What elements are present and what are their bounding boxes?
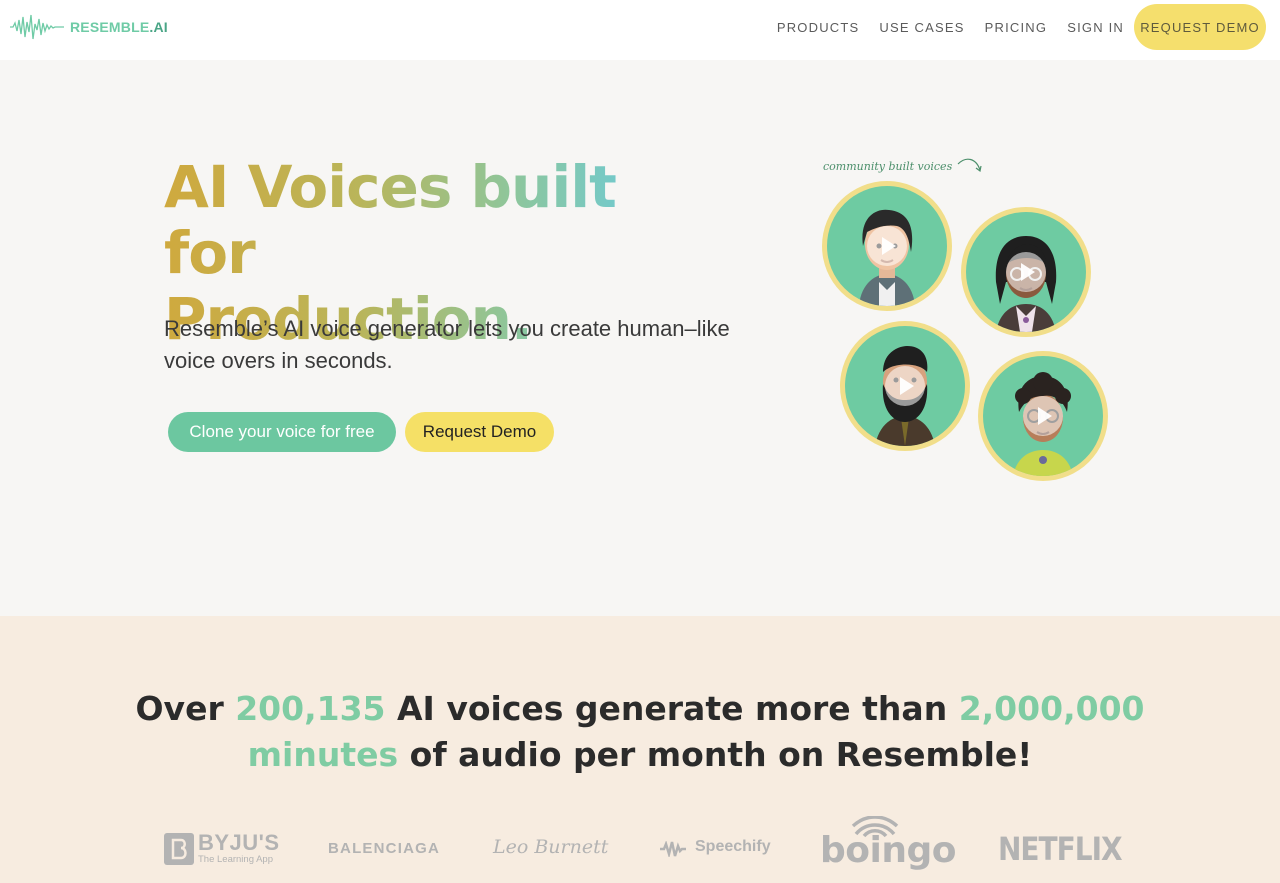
stats-headline: Over 200,135 AI voices generate more tha… <box>135 689 1145 774</box>
nav-links: PRODUCTS USE CASES PRICING SIGN IN REQUE… <box>757 4 1266 50</box>
minutes-count: 2,000,000 <box>958 689 1145 728</box>
voice-avatar-1[interactable] <box>822 181 952 311</box>
community-label: community built voices <box>823 156 984 176</box>
voice-avatar-3[interactable] <box>840 321 970 451</box>
nav-link-sign-in[interactable]: SIGN IN <box>1067 20 1124 35</box>
play-icon[interactable] <box>1023 396 1063 436</box>
play-icon[interactable] <box>867 226 907 266</box>
speechify-wave-icon <box>660 841 686 857</box>
nav-link-pricing[interactable]: PRICING <box>985 20 1048 35</box>
leo-burnett-logo: Leo Burnett <box>493 836 609 858</box>
request-demo-button[interactable]: Request Demo <box>405 412 554 452</box>
byjus-mark-icon <box>164 833 194 865</box>
play-icon[interactable] <box>885 366 925 406</box>
voice-avatar-2[interactable] <box>961 207 1091 337</box>
headline-line-1: AI Voices built for <box>164 153 616 287</box>
stats-section: Over 200,135 AI voices generate more tha… <box>0 616 1280 883</box>
clone-voice-button[interactable]: Clone your voice for free <box>168 412 396 452</box>
top-nav: RESEMBLE.AI PRODUCTS USE CASES PRICING S… <box>0 0 1280 60</box>
voice-avatar-4[interactable] <box>978 351 1108 481</box>
byjus-logo: BYJU'S The Learning App <box>164 830 279 866</box>
hero-section: AI Voices built for Production. Resemble… <box>0 60 1280 616</box>
curved-arrow-icon <box>957 158 982 173</box>
logo[interactable]: RESEMBLE.AI <box>10 14 168 40</box>
waveform-icon <box>10 14 64 40</box>
request-demo-nav-button[interactable]: REQUEST DEMO <box>1134 4 1266 50</box>
nav-link-products[interactable]: PRODUCTS <box>777 20 860 35</box>
boingo-logo: boingo <box>820 816 956 876</box>
netflix-logo: NETFLIX <box>998 830 1123 868</box>
hero-subtext: Resemble’s AI voice generator lets you c… <box>164 316 730 373</box>
logo-text: RESEMBLE.AI <box>70 19 168 35</box>
customer-logos: BYJU'S The Learning App BALENCIAGA Leo B… <box>0 816 1280 876</box>
balenciaga-logo: BALENCIAGA <box>328 840 440 857</box>
play-icon[interactable] <box>1006 252 1046 292</box>
nav-link-use-cases[interactable]: USE CASES <box>879 20 964 35</box>
voices-count: 200,135 <box>235 689 386 728</box>
